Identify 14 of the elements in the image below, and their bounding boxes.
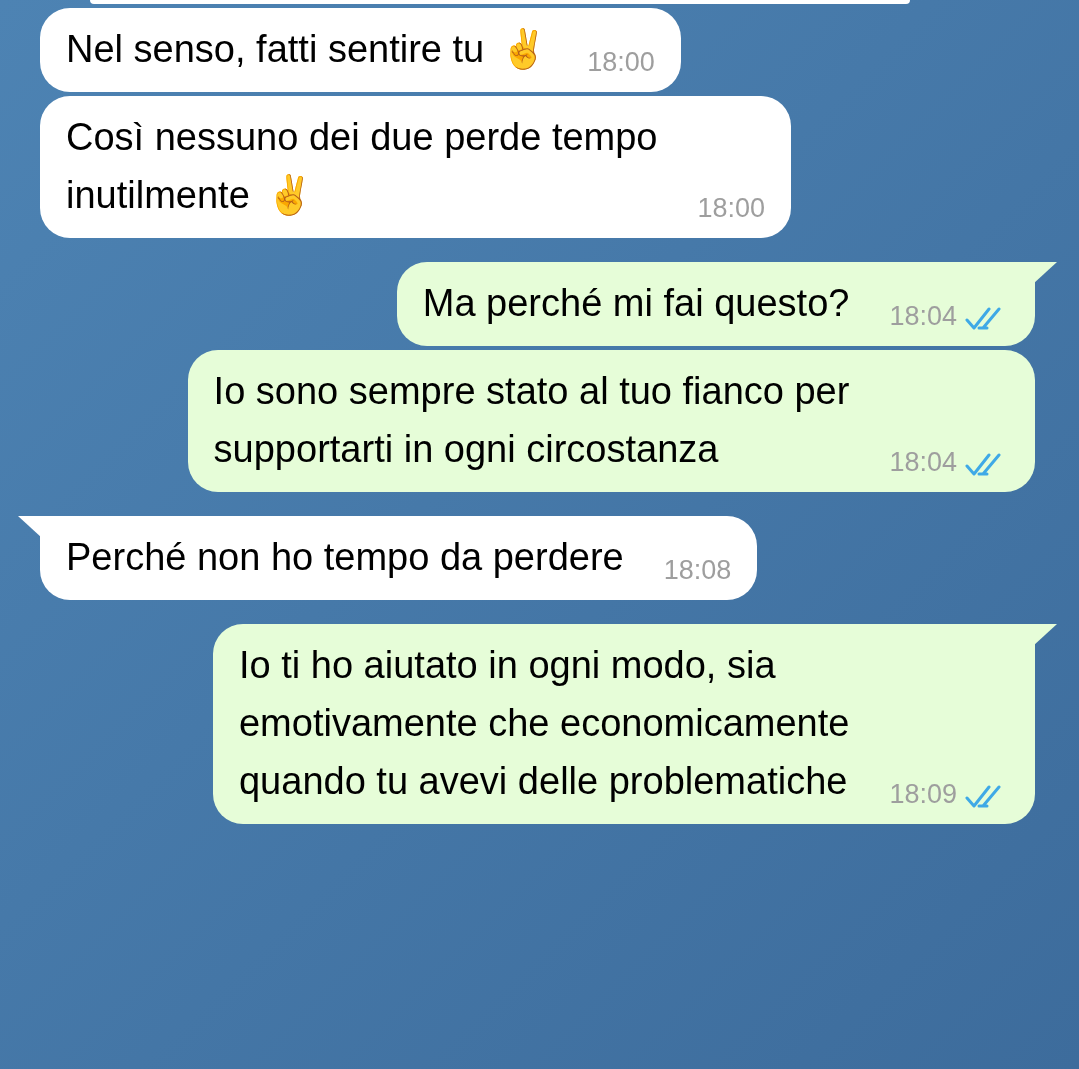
message-time: 18:09 bbox=[889, 778, 957, 811]
emoji-icon: ✌ bbox=[500, 27, 548, 71]
message-text: Ma perché mi fai questo? bbox=[422, 281, 850, 326]
message-time: 18:08 bbox=[663, 554, 732, 587]
message-time: 18:00 bbox=[697, 192, 766, 225]
message-text: Così nessuno dei due perde tempo inutilmente ✌ bbox=[66, 115, 658, 219]
message-text: Perché non ho tempo da perdere bbox=[66, 535, 624, 580]
message-time: 18:04 bbox=[889, 446, 957, 479]
message-time: 18:04 bbox=[889, 300, 957, 333]
message-text: Nel senso, fatti sentire tu ✌ bbox=[66, 26, 548, 73]
emoji-icon: ✌ bbox=[265, 173, 313, 217]
message-text: Io sono sempre stato al tuo fianco per supportarti in ogni circostanza bbox=[213, 369, 850, 472]
message-text: Io ti ho aiutato in ogni modo, sia emotivamente che economicamente quando tu avevi delle problematiche bbox=[239, 643, 850, 804]
message-time: 18:00 bbox=[587, 46, 655, 79]
